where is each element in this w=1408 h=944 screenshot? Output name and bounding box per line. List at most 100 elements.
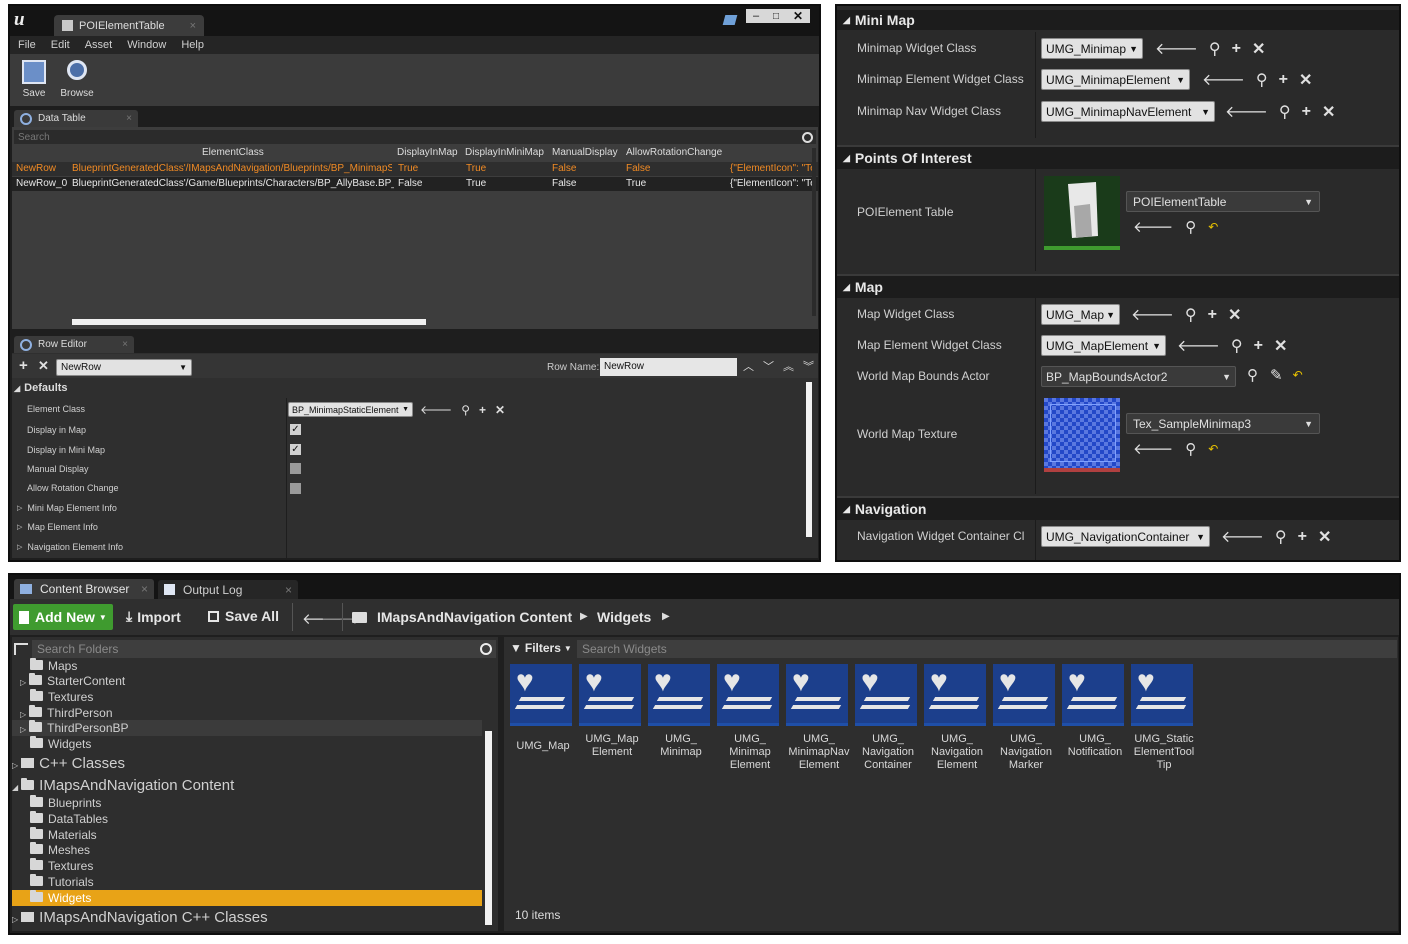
row-name-input[interactable]: NewRow bbox=[600, 358, 737, 376]
display-in-mini-map-checkbox[interactable]: ✓ bbox=[290, 444, 301, 455]
clear-icon[interactable]: ✕ bbox=[1274, 336, 1287, 356]
use-selected-icon[interactable]: 🡐 bbox=[1225, 101, 1268, 122]
asset-tile[interactable]: ♥ UMG_Map Element bbox=[579, 664, 643, 774]
category-points-of-interest[interactable]: ◢ Points Of Interest bbox=[837, 145, 1399, 169]
display-in-map-checkbox[interactable]: ✓ bbox=[290, 424, 301, 435]
add-icon[interactable]: + bbox=[1232, 40, 1241, 58]
use-selected-icon[interactable]: 🡐 bbox=[1155, 38, 1198, 59]
browse-icon[interactable]: ⚲ bbox=[1185, 305, 1197, 325]
row-editor-scrollbar[interactable] bbox=[806, 382, 812, 537]
nav-container-dropdown[interactable]: UMG_NavigationContainer ▼ bbox=[1041, 526, 1210, 547]
close-window-button[interactable]: ✕ bbox=[786, 9, 810, 23]
tree-item[interactable]: Blueprints bbox=[30, 795, 101, 810]
table-row[interactable]: NewRow_0 BlueprintGeneratedClass'/Game/B… bbox=[12, 177, 818, 191]
asset-tile[interactable]: ♥ UMG_ Minimap bbox=[648, 664, 712, 774]
tree-item[interactable]: ▷ ThirdPerson bbox=[20, 705, 113, 720]
tree-item[interactable]: Textures bbox=[30, 689, 93, 704]
tree-toggle-icon[interactable] bbox=[14, 643, 28, 655]
row-select-dropdown[interactable]: NewRow ▼ bbox=[56, 359, 192, 376]
map-widget-dropdown[interactable]: UMG_Map ▼ bbox=[1041, 304, 1120, 325]
table-row[interactable]: NewRow BlueprintGeneratedClass'/IMapsAnd… bbox=[12, 162, 818, 176]
category-mini-map[interactable]: ◢ Mini Map bbox=[837, 10, 1399, 30]
maximize-button[interactable]: □ bbox=[766, 11, 786, 22]
close-icon[interactable]: × bbox=[190, 20, 196, 32]
browse-icon[interactable]: ⚲ bbox=[1185, 440, 1196, 458]
row-editor-tab[interactable]: Row Editor × bbox=[14, 336, 134, 353]
clear-icon[interactable]: ✕ bbox=[1318, 527, 1331, 547]
asset-tile[interactable]: ♥ UMG_ Minimap Element bbox=[717, 664, 781, 774]
tab-content-browser[interactable]: Content Browser × bbox=[14, 579, 154, 599]
poi-table-dropdown[interactable]: POIElementTable ▼ bbox=[1126, 191, 1320, 212]
menu-edit[interactable]: Edit bbox=[51, 39, 70, 51]
move-down-icon[interactable]: ﹀ bbox=[763, 358, 774, 374]
minimize-button[interactable]: – bbox=[746, 10, 766, 22]
save-button[interactable]: Save bbox=[16, 58, 52, 104]
close-icon[interactable]: × bbox=[122, 339, 128, 350]
asset-tile[interactable]: ♥ UMG_ Navigation Marker bbox=[993, 664, 1057, 774]
picker-icon[interactable]: ✎ bbox=[1270, 366, 1283, 384]
asset-tile[interactable]: ♥ UMG_Map bbox=[510, 664, 574, 774]
use-selected-icon[interactable]: 🡐 bbox=[420, 402, 452, 417]
use-selected-icon[interactable]: 🡐 bbox=[1202, 69, 1245, 90]
col-allowrotationchange[interactable]: AllowRotationChange bbox=[626, 147, 722, 158]
tree-item[interactable]: Textures bbox=[30, 858, 93, 873]
filters-button[interactable]: ▼ Filters ▼ bbox=[510, 641, 572, 655]
poi-table-thumbnail[interactable] bbox=[1044, 176, 1120, 250]
col-elementclass[interactable]: ElementClass bbox=[202, 147, 264, 158]
browse-icon[interactable]: ⚲ bbox=[1275, 527, 1287, 547]
element-class-dropdown[interactable]: BP_MinimapStaticElement ▼ bbox=[288, 402, 413, 417]
menu-file[interactable]: File bbox=[18, 39, 36, 51]
add-icon[interactable]: + bbox=[479, 403, 486, 417]
browse-icon[interactable]: ⚲ bbox=[461, 403, 470, 417]
manual-display-checkbox[interactable] bbox=[290, 463, 301, 474]
asset-tab[interactable]: POIElementTable × bbox=[54, 15, 204, 36]
search-widgets-input[interactable]: Search Widgets bbox=[577, 640, 1397, 658]
map-element-dropdown[interactable]: UMG_MapElement ▼ bbox=[1041, 335, 1166, 356]
move-top-icon[interactable]: ︽ bbox=[783, 358, 794, 374]
tab-output-log[interactable]: Output Log × bbox=[158, 580, 298, 599]
reset-icon[interactable]: ↶ bbox=[1293, 368, 1303, 382]
move-up-icon[interactable]: ︿ bbox=[743, 358, 754, 374]
add-icon[interactable]: + bbox=[1298, 528, 1307, 546]
tree-item[interactable]: ◢ IMapsAndNavigation Content bbox=[12, 777, 234, 794]
tree-item[interactable]: Widgets bbox=[30, 890, 91, 905]
add-icon[interactable]: + bbox=[1279, 71, 1288, 89]
horizontal-scrollbar[interactable] bbox=[72, 319, 426, 325]
browse-icon[interactable]: ⚲ bbox=[1279, 102, 1291, 122]
tree-item[interactable]: ▷ C++ Classes bbox=[12, 755, 125, 772]
asset-tile[interactable]: ♥ UMG_ Navigation Element bbox=[924, 664, 988, 774]
tree-scrollbar[interactable] bbox=[485, 731, 492, 925]
menu-window[interactable]: Window bbox=[127, 39, 166, 51]
breadcrumb-arrow-icon[interactable]: ▶ bbox=[662, 611, 670, 622]
asset-tile[interactable]: ♥ UMG_ MinimapNav Element bbox=[786, 664, 850, 774]
add-icon[interactable]: + bbox=[1208, 306, 1217, 324]
asset-tile[interactable]: ♥ UMG_ Navigation Container bbox=[855, 664, 919, 774]
search-folders-input[interactable]: Search Folders bbox=[32, 640, 496, 658]
browse-icon[interactable]: ⚲ bbox=[1256, 70, 1268, 90]
tree-item[interactable]: ▷ StarterContent bbox=[20, 673, 125, 688]
clear-icon[interactable]: ✕ bbox=[495, 403, 505, 417]
breadcrumb-arrow-icon[interactable]: ▶ bbox=[580, 611, 588, 622]
mini-map-info-row[interactable]: ▷ Mini Map Element Info bbox=[17, 503, 117, 513]
open-folder-icon[interactable] bbox=[352, 612, 367, 623]
tree-item[interactable]: Widgets bbox=[30, 736, 91, 751]
use-selected-icon[interactable]: 🡐 bbox=[1177, 335, 1220, 356]
menu-help[interactable]: Help bbox=[181, 39, 204, 51]
move-bottom-icon[interactable]: ︾ bbox=[803, 358, 814, 374]
menu-asset[interactable]: Asset bbox=[85, 39, 113, 51]
add-new-button[interactable]: Add New ▼ bbox=[13, 604, 113, 630]
tree-item[interactable]: ▷ ThirdPersonBP bbox=[20, 720, 129, 735]
minimap-widget-dropdown[interactable]: UMG_Minimap ▼ bbox=[1041, 38, 1143, 59]
browse-icon[interactable]: ⚲ bbox=[1185, 218, 1196, 236]
col-displayinminimap[interactable]: DisplayInMiniMap bbox=[465, 147, 544, 158]
tree-item[interactable]: Maps bbox=[30, 658, 77, 673]
clear-icon[interactable]: ✕ bbox=[1322, 102, 1335, 122]
clear-icon[interactable]: ✕ bbox=[1299, 70, 1312, 90]
add-icon[interactable]: + bbox=[1302, 103, 1311, 121]
browse-icon[interactable]: ⚲ bbox=[1231, 336, 1243, 356]
nav-element-info-row[interactable]: ▷ Navigation Element Info bbox=[17, 542, 123, 552]
browse-button[interactable]: Browse bbox=[56, 58, 98, 104]
clear-icon[interactable]: ✕ bbox=[1252, 39, 1265, 59]
browse-icon[interactable]: ⚲ bbox=[1209, 39, 1221, 59]
reset-icon[interactable]: ↶ bbox=[1208, 442, 1218, 456]
